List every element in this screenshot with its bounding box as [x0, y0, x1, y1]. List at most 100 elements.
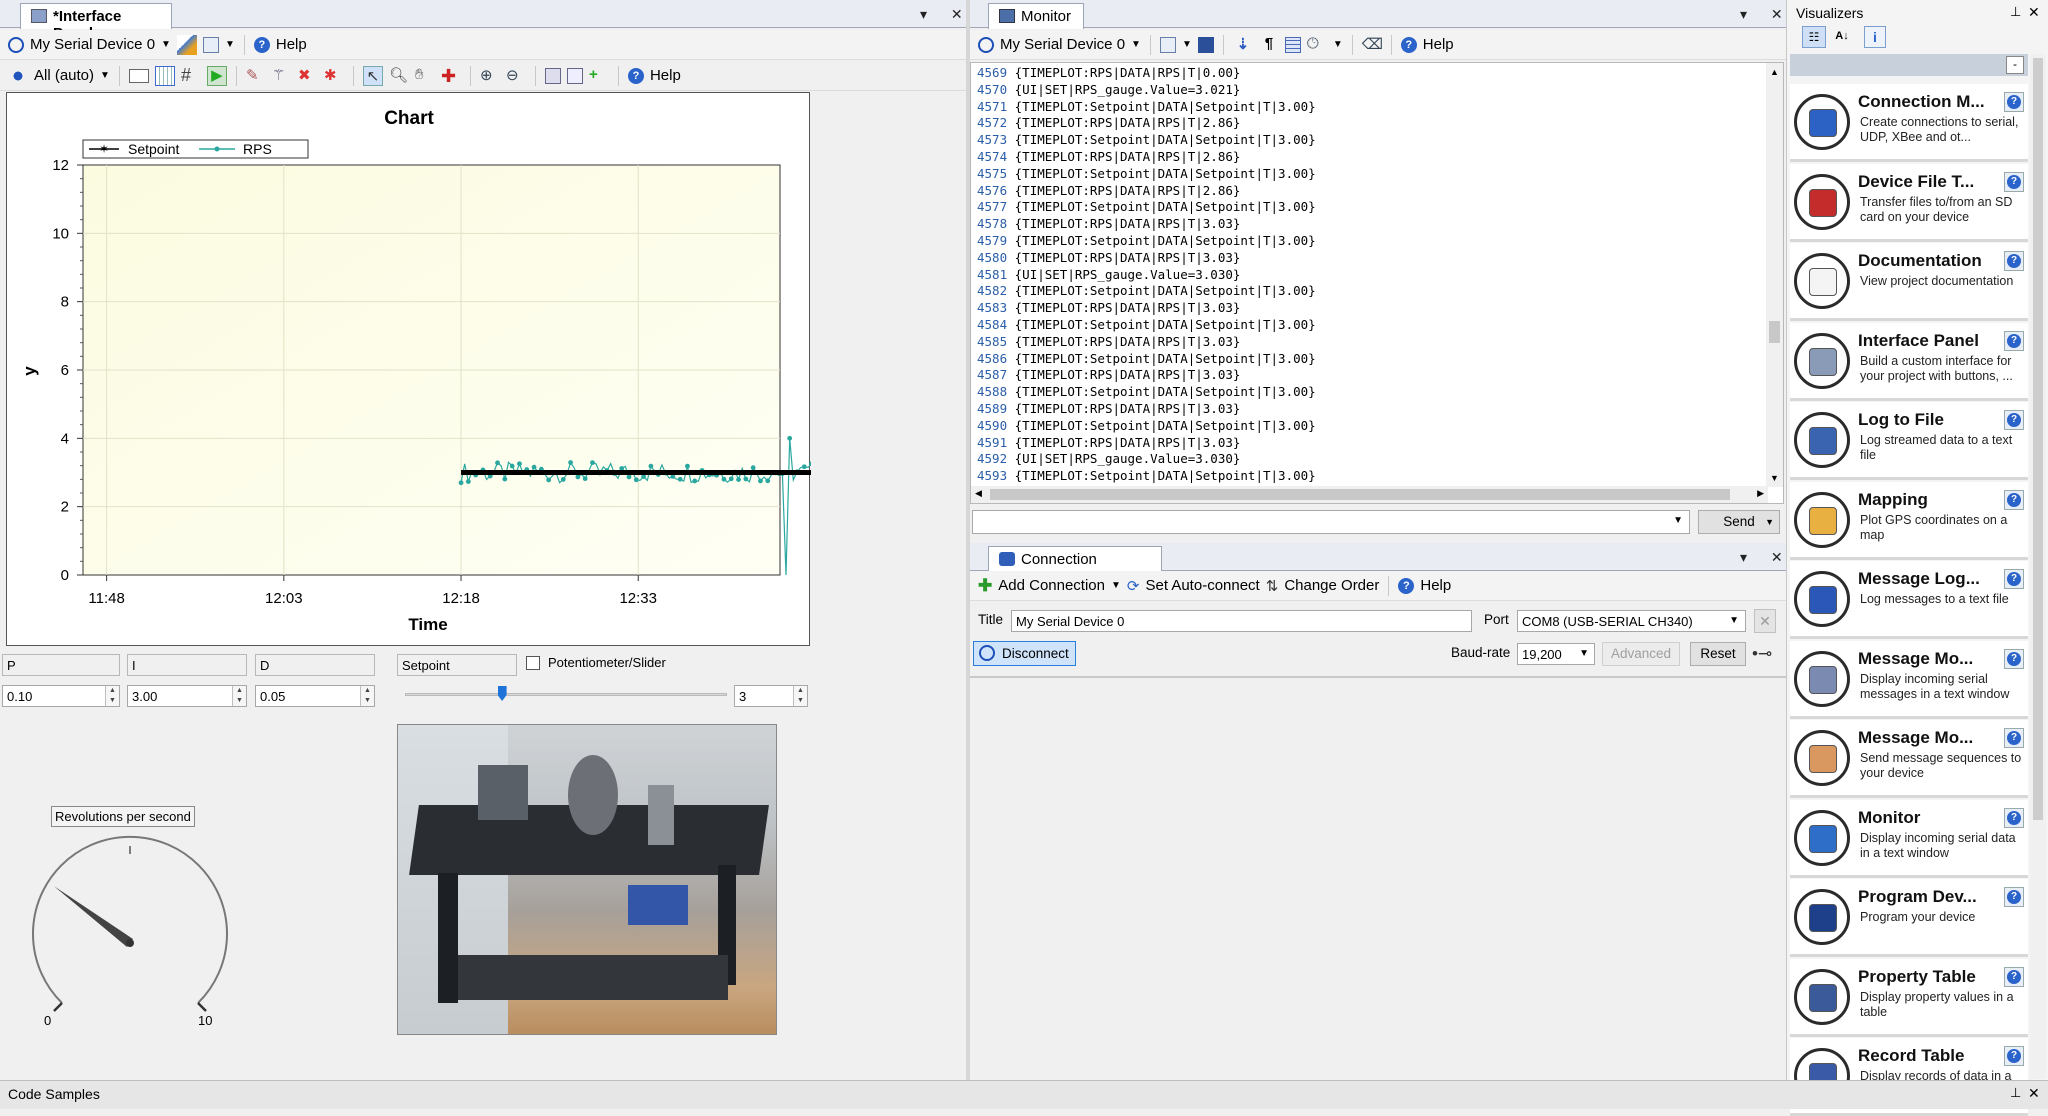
visualizer-help-icon[interactable]: ? — [2004, 1046, 2024, 1066]
monitor-window-buttons[interactable]: ▾ ✕ — [1740, 6, 1793, 23]
visualizer-item[interactable]: Connection M... Create connections to ser… — [1790, 84, 2028, 162]
send-button[interactable]: Send ▼ — [1698, 510, 1780, 534]
monitor-vscrollbar[interactable]: ▲ ▼ — [1766, 63, 1783, 487]
monitor-device-selector[interactable]: My Serial Device 0 — [1000, 36, 1125, 53]
zoom-fit-icon[interactable]: ⊕ — [480, 66, 500, 86]
d-value-input[interactable]: 0.05 ▲ ▼ — [255, 685, 375, 707]
zoom-icon[interactable]: 🔍︎ — [389, 66, 409, 86]
i-spinner[interactable]: ▲ ▼ — [232, 686, 246, 706]
baud-select[interactable]: 19,200 ▼ — [1517, 643, 1595, 665]
copy-icon[interactable] — [202, 36, 219, 53]
visualizers-scrollbar[interactable] — [2030, 54, 2046, 1079]
pointer-icon[interactable]: ↖ — [362, 65, 383, 86]
visualizer-help-icon[interactable]: ? — [2004, 171, 2024, 192]
clear-icon[interactable]: ✱ — [324, 66, 344, 86]
setpoint-slider-track[interactable] — [405, 693, 727, 696]
advanced-button[interactable]: Advanced — [1602, 642, 1680, 666]
device-selector[interactable]: My Serial Device 0 — [30, 36, 155, 53]
clear-icon[interactable]: ⌫ — [1362, 35, 1383, 55]
tab-connection-manager[interactable]: Connection Manager — [988, 546, 1162, 585]
add-connection-icon[interactable]: ✚ — [978, 576, 992, 596]
all-auto-dropdown-icon[interactable]: ▼ — [100, 70, 110, 81]
send-input[interactable]: ▼ — [972, 510, 1690, 534]
monitor-output[interactable]: 4569 {TIMEPLOT:RPS|DATA|RPS|T|0.00} 4570 … — [970, 62, 1784, 504]
pan-icon[interactable]: ✋︎ — [415, 66, 435, 86]
baud-dropdown-icon[interactable]: ▼ — [1579, 648, 1589, 659]
visualizer-help-icon[interactable]: ? — [2004, 648, 2024, 669]
help-icon[interactable]: ? — [253, 36, 270, 53]
visualizer-help-icon[interactable]: ? — [2004, 92, 2024, 112]
grid-icon[interactable] — [154, 65, 175, 86]
info-icon[interactable]: i — [1864, 26, 1886, 48]
p-value-input[interactable]: 0.10 ▲ ▼ — [2, 685, 120, 707]
visualizer-help-icon[interactable]: ? — [2004, 966, 2024, 987]
edit-icon[interactable]: ✎ — [246, 66, 266, 86]
crosshair-icon[interactable]: ✚ — [441, 66, 461, 86]
visualizer-help-icon[interactable]: ? — [2004, 807, 2024, 828]
device-dropdown-icon[interactable]: ▼ — [1131, 39, 1141, 50]
visualizer-help-icon[interactable]: ? — [2004, 410, 2024, 430]
visualizer-help-icon[interactable]: ? — [2004, 569, 2024, 589]
visualizers-scroll-thumb[interactable] — [2033, 58, 2043, 820]
send-dropdown-icon[interactable]: ▼ — [1673, 515, 1683, 526]
visualizer-help-icon[interactable]: ? — [2004, 489, 2024, 510]
visualizer-item[interactable]: Log to File Log streamed data to a text f… — [1790, 402, 2028, 480]
help-icon[interactable]: ? — [627, 67, 644, 84]
visualizer-help-icon[interactable]: ? — [2004, 887, 2024, 907]
select-all-icon[interactable] — [8, 65, 28, 86]
chart-icon[interactable] — [176, 34, 197, 55]
visualizer-help-icon[interactable]: ? — [2004, 251, 2024, 271]
save-image-icon[interactable] — [544, 67, 561, 84]
visualizers-pin-icon[interactable]: ⊥ — [2010, 4, 2021, 20]
d-spinner[interactable]: ▲ ▼ — [360, 686, 374, 706]
visualizer-item[interactable]: Documentation View project documentation? — [1790, 243, 2028, 321]
tab-interface-panel[interactable]: *Interface Panel — [20, 3, 172, 42]
copy-dropdown-icon[interactable]: ▼ — [1182, 39, 1192, 50]
monitor-hscroll-thumb[interactable] — [990, 489, 1730, 500]
copy-icon[interactable] — [1159, 36, 1176, 53]
port-dropdown-icon[interactable]: ▼ — [1729, 615, 1739, 626]
add-dropdown-icon[interactable]: ▼ — [1111, 580, 1121, 591]
layout-icon[interactable] — [128, 68, 149, 83]
change-order-button[interactable]: Change Order — [1284, 577, 1379, 594]
connection-help-link[interactable]: Help — [1420, 577, 1451, 594]
change-order-icon[interactable]: ⇅ — [1266, 577, 1279, 595]
wand-icon[interactable]: ⚚ — [272, 66, 292, 86]
setpoint-slider-thumb[interactable] — [497, 686, 507, 701]
delete-icon[interactable]: ✖ — [298, 66, 318, 86]
code-samples-bar[interactable]: Code Samples ⊥ ✕ — [0, 1080, 2048, 1109]
snap-grid-icon[interactable]: # — [181, 66, 201, 86]
visualizer-item[interactable]: Message Mo... Send message sequences to y… — [1790, 720, 2028, 798]
sort-az-icon[interactable]: A↓ — [1830, 26, 1854, 48]
visualizer-help-icon[interactable]: ? — [2004, 330, 2024, 351]
help-icon[interactable]: ? — [1398, 577, 1415, 594]
close-connection-icon[interactable]: ✕ — [1754, 609, 1776, 633]
export-icon[interactable] — [566, 67, 583, 84]
monitor-hscrollbar[interactable]: ◀ ▶ — [971, 486, 1768, 503]
chart[interactable]: Chart 0 2 4 6 8 10 12 11:48 12:03 12:18 12:33 Tim… — [7, 93, 811, 647]
monitor-vscroll-thumb[interactable] — [1769, 321, 1780, 343]
visualizer-item[interactable]: Interface Panel Build a custom interface … — [1790, 322, 2028, 401]
port-select[interactable]: COM8 (USB-SERIAL CH340) ▼ — [1517, 610, 1746, 632]
visualizer-item[interactable]: Property Table Display property values in… — [1790, 958, 2028, 1037]
set-auto-connect-button[interactable]: Set Auto-connect — [1145, 577, 1259, 594]
code-samples-close-icon[interactable]: ✕ — [2028, 1085, 2040, 1102]
copy-dropdown-icon[interactable]: ▼ — [225, 39, 235, 50]
potentiometer-checkbox[interactable] — [526, 656, 540, 670]
timestamp-dropdown-icon[interactable]: ▼ — [1333, 39, 1343, 50]
interface-panel-window-buttons[interactable]: ▾ ✕ — [920, 6, 973, 23]
scroll-end-icon[interactable]: ⇣ — [1233, 35, 1253, 55]
visualizer-item[interactable]: Message Mo... Display incoming serial mes… — [1790, 640, 2028, 719]
reset-button[interactable]: Reset — [1690, 642, 1746, 666]
visualizer-item[interactable]: Message Log... Log messages to a text fil… — [1790, 561, 2028, 639]
visualizer-help-icon[interactable]: ? — [2004, 728, 2024, 748]
i-value-input[interactable]: 3.00 ▲ ▼ — [127, 685, 247, 707]
tab-monitor[interactable]: Monitor — [988, 3, 1084, 29]
help-link[interactable]: Help — [276, 36, 307, 53]
p-spinner[interactable]: ▲ ▼ — [105, 686, 119, 706]
visualizer-item[interactable]: Monitor Display incoming serial data in a… — [1790, 799, 2028, 878]
connection-manager-window-buttons[interactable]: ▾ ✕ — [1740, 549, 1793, 566]
auto-connect-icon[interactable]: ⟳ — [1127, 577, 1140, 595]
visualizer-item[interactable]: Program Dev... Program your device? — [1790, 879, 2028, 957]
monitor-help-link[interactable]: Help — [1423, 36, 1454, 53]
